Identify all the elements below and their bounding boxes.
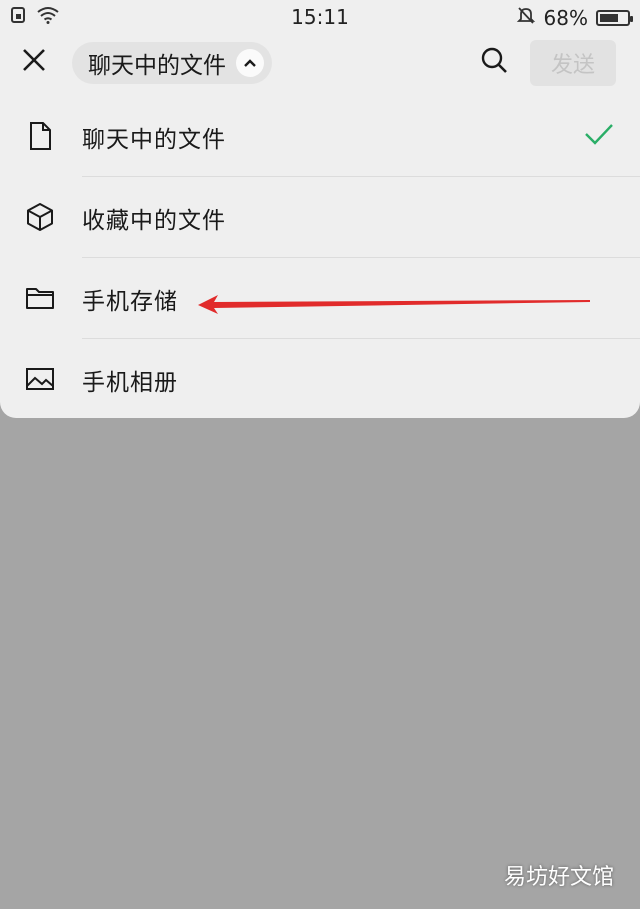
chevron-up-icon (236, 49, 264, 77)
cube-icon (24, 201, 56, 233)
watermark: 易坊好文馆 (503, 865, 614, 890)
menu-item-label: 聊天中的文件 (82, 127, 226, 153)
image-icon (24, 363, 56, 395)
menu-item-label: 收藏中的文件 (82, 208, 226, 234)
source-dropdown[interactable]: 聊天中的文件 (72, 42, 272, 84)
menu-item-chat-files[interactable]: 聊天中的文件 (0, 96, 640, 177)
file-source-panel: 15:11 68% 聊天中的文件 发送 聊天中的文件 收藏中的文件 手机存储 手… (0, 0, 640, 418)
bell-off-icon (516, 5, 536, 30)
send-button[interactable]: 发送 (530, 40, 616, 86)
annotation-arrow (198, 295, 590, 314)
battery-icon (596, 9, 633, 26)
search-button[interactable] (476, 44, 512, 80)
close-button[interactable] (16, 46, 52, 78)
menu-item-label: 手机相册 (82, 370, 178, 396)
close-icon (22, 48, 46, 76)
top-bar: 聊天中的文件 发送 (0, 36, 640, 88)
menu-item-favorite-files[interactable]: 收藏中的文件 (0, 177, 640, 258)
search-icon (480, 46, 508, 78)
dropdown-label: 聊天中的文件 (88, 53, 226, 79)
battery-percent: 68% (543, 5, 588, 30)
check-icon (584, 122, 614, 146)
status-bar: 15:11 68% (0, 0, 640, 34)
file-icon (24, 120, 56, 152)
menu-item-label: 手机存储 (82, 289, 178, 315)
battery-level-fill (600, 13, 618, 22)
source-menu: 聊天中的文件 收藏中的文件 手机存储 手机相册 (0, 96, 640, 420)
folder-icon (24, 282, 56, 314)
menu-item-phone-album[interactable]: 手机相册 (0, 339, 640, 420)
